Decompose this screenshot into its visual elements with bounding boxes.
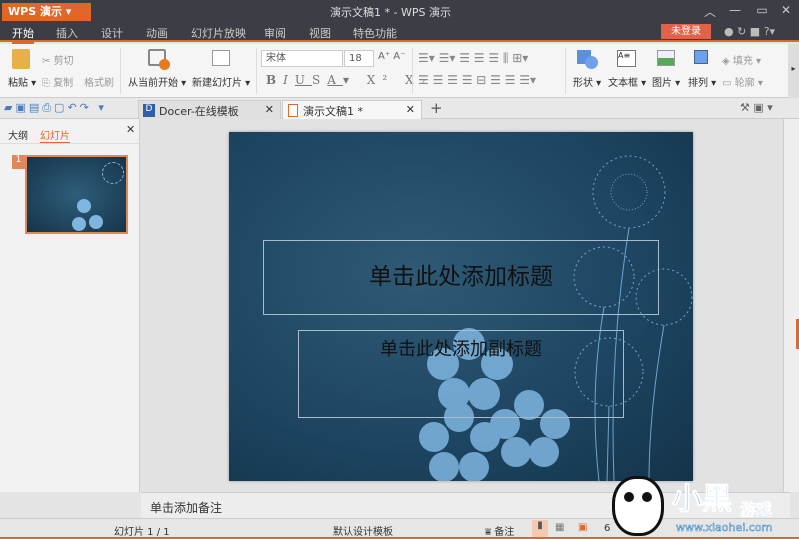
close-tab-icon[interactable]: ✕ xyxy=(406,103,415,116)
document-icon xyxy=(288,104,298,117)
app-name: WPS 演示 xyxy=(8,5,62,18)
title-bar: WPS 演示 ▾ 演示文稿1 * - WPS 演示 ︿ — ▭ ✕ xyxy=(0,0,799,22)
minimize-button[interactable]: — xyxy=(725,3,745,17)
slideshow-view-icon[interactable]: ▣ xyxy=(578,522,587,533)
copy-button[interactable]: ⎘ 复制 xyxy=(42,74,73,89)
new-slide-button[interactable]: 新建幻灯片 ▾ xyxy=(192,74,250,89)
notes-toggle[interactable]: ⩸ 备注 xyxy=(485,523,514,538)
arrange-button[interactable]: 排列 ▾ xyxy=(688,74,716,89)
sorter-view-icon[interactable]: ▦ xyxy=(555,522,564,533)
align-buttons[interactable]: ☰ ☰ ☰ ☰ ⊟ ☰ ☰ ☰▾ xyxy=(418,73,536,87)
ribbon: 粘贴 ▾ ✂ 剪切 ⎘ 复制 格式刷 从当前开始 ▾ 新建幻灯片 ▾ 宋体 18… xyxy=(0,44,799,98)
tab-document[interactable]: 演示文稿1 * ✕ xyxy=(282,100,422,119)
watermark-logo: 小黑 游戏 www.xiaohei.com xyxy=(610,470,799,539)
collapse-ribbon-icon[interactable]: ︿ xyxy=(700,3,720,20)
new-slide-icon xyxy=(212,50,230,66)
list-buttons[interactable]: ☰▾ ☰▾ ☰ ☰ ☰ ⫼ ⊞▾ xyxy=(418,51,528,66)
slide-count: 幻灯片 1 / 1 xyxy=(114,527,170,538)
close-tab-icon[interactable]: ✕ xyxy=(265,103,274,116)
title-placeholder[interactable]: 单击此处添加标题 xyxy=(263,240,659,315)
font-size-buttons[interactable]: A⁺ A⁻ xyxy=(378,51,405,62)
tab-docer[interactable]: D Docer-在线模板 ✕ xyxy=(138,100,281,119)
picture-button[interactable]: 图片 ▾ xyxy=(652,74,680,89)
text-format-buttons[interactable]: BIUSA▾ X² X₂ xyxy=(266,73,432,87)
docer-icon: D xyxy=(143,104,155,117)
close-panel-icon[interactable]: ✕ xyxy=(126,123,135,136)
login-button[interactable]: 未登录 xyxy=(661,24,711,39)
paste-button[interactable]: 粘贴 ▾ xyxy=(8,74,36,89)
textbox-button[interactable]: 文本框 ▾ xyxy=(608,74,646,89)
new-tab-button[interactable]: + xyxy=(430,99,443,117)
tab-view[interactable]: 视图 xyxy=(309,25,331,41)
tab-special[interactable]: 特色功能 xyxy=(353,25,397,41)
skin-icons[interactable]: ● ↻ ■ ?▾ xyxy=(724,25,775,38)
vertical-scrollbar[interactable] xyxy=(783,119,799,492)
normal-view-icon[interactable]: ▮ xyxy=(532,520,548,537)
fill-button[interactable]: ◈ 填充 ▾ xyxy=(722,52,761,67)
close-button[interactable]: ✕ xyxy=(776,3,796,17)
cut-button[interactable]: ✂ 剪切 xyxy=(42,52,74,67)
arrange-icon xyxy=(694,50,708,64)
tab-home[interactable]: 开始 xyxy=(12,25,34,44)
play-from-current-button[interactable]: 从当前开始 ▾ xyxy=(128,74,186,89)
subtitle-placeholder[interactable]: 单击此处添加副标题 xyxy=(298,330,624,418)
play-icon xyxy=(148,49,170,70)
paste-icon xyxy=(12,49,30,69)
tab-animation[interactable]: 动画 xyxy=(146,25,168,41)
quick-access-toolbar[interactable]: ▰▣▤⎙▢↶↷ ▾ xyxy=(4,101,107,115)
tab-slideshow[interactable]: 幻灯片放映 xyxy=(191,25,246,41)
slide-number: 1 xyxy=(12,155,25,169)
tab-slides[interactable]: 幻灯片 xyxy=(40,127,70,144)
tab-insert[interactable]: 插入 xyxy=(56,25,78,41)
textbox-icon: A≡ xyxy=(617,50,636,67)
window-title: 演示文稿1 * - WPS 演示 xyxy=(330,6,451,19)
template-name: 默认设计模板 xyxy=(333,527,393,538)
slide-thumbnail[interactable] xyxy=(25,155,128,234)
shape-button[interactable]: 形状 ▾ xyxy=(573,74,601,89)
ribbon-scroll-right[interactable]: ▸ xyxy=(788,44,799,98)
tab-design[interactable]: 设计 xyxy=(101,25,123,41)
app-menu-button[interactable]: WPS 演示 ▾ xyxy=(2,3,91,21)
font-size-select[interactable]: 18 xyxy=(344,50,374,67)
format-painter-button[interactable]: 格式刷 xyxy=(84,74,114,89)
font-name-select[interactable]: 宋体 xyxy=(261,50,343,67)
tab-review[interactable]: 审阅 xyxy=(264,25,286,41)
outline-button[interactable]: ▭ 轮廓 ▾ xyxy=(722,74,763,89)
maximize-button[interactable]: ▭ xyxy=(752,3,772,17)
picture-icon xyxy=(657,50,675,66)
tab-outline[interactable]: 大纲 xyxy=(8,127,28,142)
tab-tools-icons[interactable]: ⚒ ▣ ▾ xyxy=(740,101,773,114)
slide-canvas[interactable]: 单击此处添加标题 单击此处添加副标题 xyxy=(229,132,693,481)
